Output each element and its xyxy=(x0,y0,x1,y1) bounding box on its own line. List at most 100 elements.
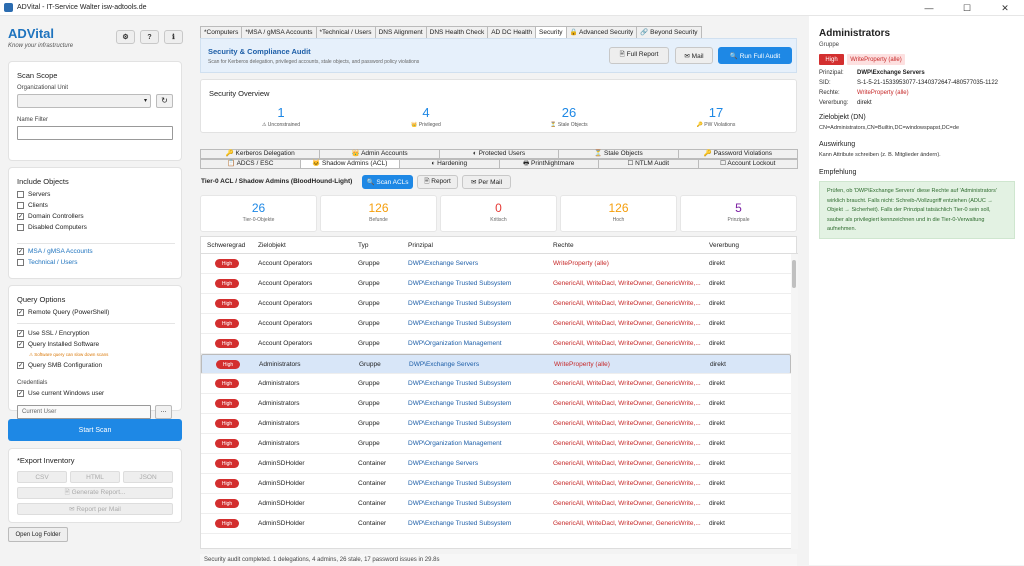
subtab-r2-3[interactable]: 🖶 PrintNightmare xyxy=(498,159,599,169)
subtab-r1-2[interactable]: ◐ Protected Users xyxy=(438,149,560,159)
report-per-mail-button[interactable]: ✉ Report per Mail xyxy=(17,503,173,515)
type-cell: Gruppe xyxy=(358,400,380,407)
overview-stat: 26 ⏳ Stale Objects xyxy=(529,105,609,128)
subtab-r2-0[interactable]: 📋 ADCS / ESC xyxy=(200,159,301,169)
export-csv-button[interactable]: CSV xyxy=(17,471,67,483)
inherit-cell: direkt xyxy=(709,480,725,487)
column-header[interactable]: Prinzipal xyxy=(408,242,433,249)
inherit-cell: direkt xyxy=(709,280,725,287)
principal-cell: DWP\Exchange Trusted Subsystem xyxy=(408,280,512,287)
rights-cell: GenericAll, WriteDacl, WriteOwner, Gener… xyxy=(553,340,701,347)
table-row[interactable]: High Administrators Gruppe DWP\Exchange Ser… xyxy=(201,354,791,374)
table-row[interactable]: High Administrators Gruppe DWP\Exchange Tru… xyxy=(201,374,791,394)
include-checkbox-2[interactable]: ✓ Domain Controllers xyxy=(17,211,87,222)
tab-1[interactable]: *MSA / gMSA Accounts xyxy=(241,26,317,38)
subtab-r1-3[interactable]: ⏳ Stale Objects xyxy=(558,149,679,159)
table-row[interactable]: High Account Operators Gruppe DWP\Exchange … xyxy=(201,274,791,294)
tab-5[interactable]: AD DC Health xyxy=(487,26,537,38)
start-scan-button[interactable]: Start Scan xyxy=(8,419,182,441)
table-row[interactable]: High Account Operators Gruppe DWP\Exchange … xyxy=(201,294,791,314)
tab-0[interactable]: *Computers xyxy=(200,26,243,38)
minimize-button[interactable]: — xyxy=(910,0,948,16)
ou-select[interactable]: ▾ xyxy=(17,94,151,108)
rights-cell: GenericAll, WriteDacl, WriteOwner, Gener… xyxy=(553,440,701,447)
include-checkbox-3[interactable]: Disabled Computers xyxy=(17,222,87,233)
target-cell: AdminSDHolder xyxy=(258,480,305,487)
table-row[interactable]: High Administrators Gruppe DWP\Organization… xyxy=(201,434,791,454)
table-row[interactable]: High Administrators Gruppe DWP\Exchange Tru… xyxy=(201,394,791,414)
export-json-button[interactable]: JSON xyxy=(123,471,173,483)
include-checkbox-1[interactable]: Clients xyxy=(17,200,87,211)
title-bar: ADVital - IT-Service Walter isw-adtools.… xyxy=(0,0,1024,16)
name-filter-input[interactable] xyxy=(17,126,173,140)
tab-2[interactable]: *Technical / Users xyxy=(315,26,376,38)
table-row[interactable]: High Account Operators Gruppe DWP\Organizat… xyxy=(201,334,791,354)
inherit-cell: direkt xyxy=(709,400,725,407)
table-row[interactable]: High AdminSDHolder Container DWP\Exchange S… xyxy=(201,454,791,474)
tier0-title: Tier-0 ACL / Shadow Admins (BloodHound-L… xyxy=(201,178,353,185)
tab-7[interactable]: 🔒 Advanced Security xyxy=(565,26,638,38)
close-button[interactable]: ✕ xyxy=(986,0,1024,16)
column-header[interactable]: Vererbung xyxy=(709,242,739,249)
run-full-audit-button[interactable]: 🔍 Run Full Audit xyxy=(718,47,792,64)
tab-4[interactable]: DNS Health Check xyxy=(425,26,489,38)
target-cell: Account Operators xyxy=(258,320,313,327)
remote-query-checkbox[interactable]: ✓ Remote Query (PowerShell) xyxy=(17,307,109,318)
include-checkbox-0[interactable]: ✓ MSA / gMSA Accounts xyxy=(17,246,93,257)
help-button[interactable]: ? xyxy=(140,30,159,44)
generate-report-button[interactable]: 🖹 Generate Report... xyxy=(17,487,173,499)
column-header[interactable]: Zielobjekt xyxy=(258,242,286,249)
scan-acls-button[interactable]: 🔍 Scan ACLs xyxy=(362,175,413,189)
maximize-button[interactable]: ☐ xyxy=(948,0,986,16)
table-scrollbar[interactable] xyxy=(791,254,798,549)
info-button[interactable]: ℹ xyxy=(164,30,183,44)
tab-3[interactable]: DNS Alignment xyxy=(374,26,427,38)
software-warning: ⚠ Software query can slow down scans xyxy=(29,352,109,357)
software-checkbox[interactable]: ✓ Query Installed Software xyxy=(17,339,99,350)
subtab-r1-0[interactable]: 🔑 Kerberos Delegation xyxy=(200,149,321,159)
subtab-r1-1[interactable]: 👑 Admin Accounts xyxy=(319,149,440,159)
current-windows-checkbox[interactable]: ✓ Use current Windows user xyxy=(17,388,104,399)
column-header[interactable]: Rechte xyxy=(553,242,574,249)
subtab-r2-5[interactable]: ☐ Account Lockout xyxy=(697,159,798,169)
tab-8[interactable]: 🔗 Beyond Security xyxy=(636,26,702,38)
kpi-label: Kritisch xyxy=(490,217,507,223)
include-checkbox-0[interactable]: Servers xyxy=(17,189,87,200)
open-log-folder-button[interactable]: Open Log Folder xyxy=(8,527,68,542)
export-html-button[interactable]: HTML xyxy=(70,471,120,483)
table-row[interactable]: High AdminSDHolder Container DWP\Exchange T… xyxy=(201,494,791,514)
column-header[interactable]: Schweregrad xyxy=(207,242,245,249)
refresh-ou-button[interactable]: ↻ xyxy=(156,94,173,108)
inherit-cell: direkt xyxy=(709,260,725,267)
column-header[interactable]: Typ xyxy=(358,242,368,249)
tier-report-button[interactable]: 🖹 Report xyxy=(417,175,458,189)
subtab-r2-4[interactable]: ☐ NTLM Audit xyxy=(598,159,699,169)
severity-badge: High xyxy=(215,419,239,428)
tier-mail-button[interactable]: ✉ Per Mail xyxy=(462,175,511,189)
overview-stat: 17 🔑 PW Violations xyxy=(676,105,756,128)
subtab-r2-2[interactable]: ◐ Hardening xyxy=(399,159,500,169)
table-row[interactable]: High Account Operators Gruppe DWP\Exchange … xyxy=(201,314,791,334)
credentials-more-button[interactable]: ... xyxy=(155,405,172,419)
full-report-button[interactable]: 🖹 Full Report xyxy=(609,47,669,64)
include-checkbox-1[interactable]: Technical / Users xyxy=(17,257,93,268)
smb-checkbox[interactable]: ✓ Query SMB Configuration xyxy=(17,360,102,371)
table-row[interactable]: High Administrators Gruppe DWP\Exchange Tru… xyxy=(201,414,791,434)
mail-button[interactable]: ✉ Mail xyxy=(675,47,713,64)
subtab-r1-4[interactable]: 🔑 Password Violations xyxy=(677,149,799,159)
table-row[interactable]: High Account Operators Gruppe DWP\Exchange … xyxy=(201,254,791,274)
inherit-cell: direkt xyxy=(709,520,725,527)
detail-severity-badge: High xyxy=(819,54,844,65)
ssl-checkbox[interactable]: ✓ Use SSL / Encryption xyxy=(17,328,90,339)
overview-title: Security Overview xyxy=(209,89,270,98)
severity-badge: High xyxy=(215,319,239,328)
severity-badge: High xyxy=(215,439,239,448)
subtab-r2-1[interactable]: 🐱 Shadow Admins (ACL) xyxy=(299,159,400,169)
rights-cell: GenericAll, WriteDacl, WriteOwner, Gener… xyxy=(553,300,701,307)
table-row[interactable]: High AdminSDHolder Container DWP\Exchange T… xyxy=(201,474,791,494)
settings-button[interactable]: ⚙ xyxy=(116,30,135,44)
scrollbar-thumb[interactable] xyxy=(792,260,796,288)
table-row[interactable]: High AdminSDHolder Container DWP\Exchange T… xyxy=(201,514,791,534)
current-user-input[interactable]: Current User xyxy=(17,405,151,419)
detail-field: Rechte: WriteProperty (alle) xyxy=(819,90,909,96)
